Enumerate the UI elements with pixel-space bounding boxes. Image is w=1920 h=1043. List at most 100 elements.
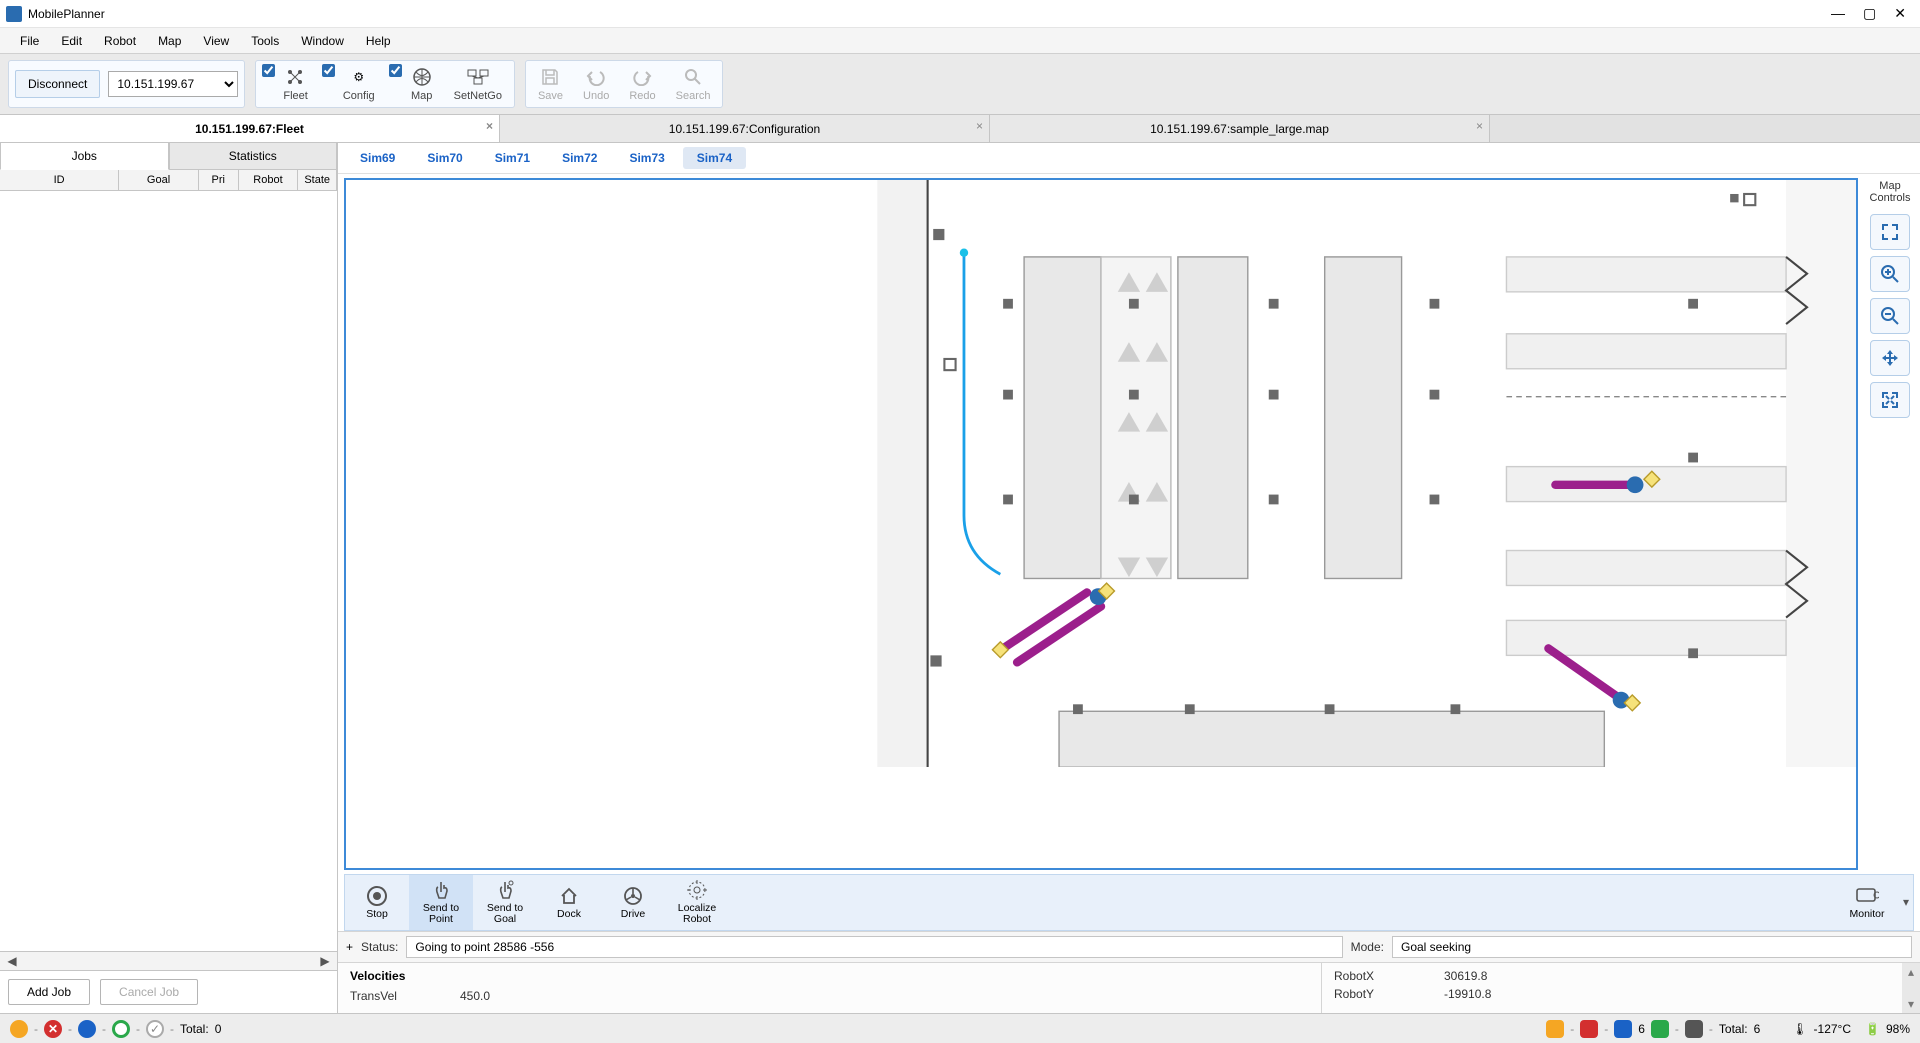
sim-tab[interactable]: Sim73: [615, 147, 678, 169]
fleet-badge-red[interactable]: [1580, 1020, 1598, 1038]
scroll-down-icon[interactable]: ▾: [1908, 997, 1914, 1011]
undo-icon: [584, 66, 608, 88]
save-button[interactable]: Save: [532, 64, 569, 104]
menu-help[interactable]: Help: [356, 31, 401, 51]
col-pri[interactable]: Pri: [199, 170, 239, 190]
col-state[interactable]: State: [298, 170, 337, 190]
zoom-out-button[interactable]: [1870, 298, 1910, 334]
map-canvas: [346, 180, 1856, 767]
mode-label: Mode:: [1351, 940, 1384, 954]
scroll-left-icon[interactable]: ◀: [4, 954, 20, 968]
redo-button[interactable]: Redo: [623, 64, 661, 104]
hand-goal-icon: [493, 879, 517, 901]
doc-tab-label: 10.151.199.67:sample_large.map: [1150, 122, 1329, 136]
jobs-table-header: ID Goal Pri Robot State: [0, 170, 337, 191]
stop-button[interactable]: Stop: [345, 875, 409, 930]
localize-button[interactable]: Localize Robot: [665, 875, 729, 930]
battery-value: 98%: [1886, 1022, 1910, 1036]
fit-button[interactable]: [1870, 214, 1910, 250]
setnetgo-button[interactable]: SetNetGo: [448, 64, 508, 104]
doc-tab-fleet[interactable]: 10.151.199.67:Fleet ×: [0, 115, 500, 142]
fleet-badge-green[interactable]: [1651, 1020, 1669, 1038]
tab-jobs[interactable]: Jobs: [0, 143, 169, 170]
config-button[interactable]: ⚙ Config: [337, 64, 381, 104]
fleet-icon: [284, 66, 308, 88]
expand-status-button[interactable]: +: [346, 940, 353, 954]
disconnect-button[interactable]: Disconnect: [15, 70, 100, 98]
status-dot-orange[interactable]: [10, 1020, 28, 1038]
transvel-value: 450.0: [460, 989, 490, 1003]
menu-map[interactable]: Map: [148, 31, 191, 51]
col-id[interactable]: ID: [0, 170, 119, 190]
map-checkbox[interactable]: [389, 64, 402, 77]
dock-button[interactable]: Dock: [537, 875, 601, 930]
sim-tab[interactable]: Sim74: [683, 147, 746, 169]
total-left-value: 0: [215, 1022, 222, 1036]
robotx-value: 30619.8: [1444, 969, 1487, 983]
transvel-label: TransVel: [350, 989, 430, 1003]
close-icon[interactable]: ✕: [1894, 5, 1906, 22]
status-dot-red[interactable]: ✕: [44, 1020, 62, 1038]
info-panel: Velocities TransVel450.0 RobotX30619.8 R…: [338, 962, 1920, 1013]
zoom-in-button[interactable]: [1870, 256, 1910, 292]
add-job-button[interactable]: Add Job: [8, 979, 90, 1005]
sim-tab[interactable]: Sim72: [548, 147, 611, 169]
sim-tab[interactable]: Sim71: [481, 147, 544, 169]
status-dot-check[interactable]: ✓: [146, 1020, 164, 1038]
titlebar: MobilePlanner — ▢ ✕: [0, 0, 1920, 28]
app-title: MobilePlanner: [28, 7, 1831, 21]
menu-tools[interactable]: Tools: [241, 31, 289, 51]
map-controls-label: Map Controls: [1864, 180, 1916, 204]
map-button[interactable]: Map: [404, 64, 440, 104]
jobs-scrollbar[interactable]: ◀ ▶: [0, 951, 337, 970]
col-goal[interactable]: Goal: [119, 170, 199, 190]
robotx-label: RobotX: [1334, 969, 1414, 983]
scroll-right-icon[interactable]: ▶: [317, 954, 333, 968]
menu-window[interactable]: Window: [291, 31, 354, 51]
fleet-checkbox[interactable]: [262, 64, 275, 77]
doc-tab-config[interactable]: 10.151.199.67:Configuration ×: [500, 115, 990, 142]
roboty-value: -19910.8: [1444, 987, 1491, 1001]
ip-select[interactable]: 10.151.199.67: [108, 71, 238, 97]
config-checkbox[interactable]: [322, 64, 335, 77]
sim-tabs: Sim69 Sim70 Sim71 Sim72 Sim73 Sim74: [338, 143, 1920, 174]
fleet-badge-orange[interactable]: [1546, 1020, 1564, 1038]
undo-button[interactable]: Undo: [577, 64, 615, 104]
menubar: File Edit Robot Map View Tools Window He…: [0, 28, 1920, 54]
close-icon[interactable]: ×: [486, 119, 493, 133]
chevron-down-icon[interactable]: ▾: [1899, 875, 1913, 930]
total-right-value: 6: [1754, 1022, 1761, 1036]
center-button[interactable]: [1870, 382, 1910, 418]
send-to-goal-button[interactable]: Send to Goal: [473, 875, 537, 930]
pan-button[interactable]: [1870, 340, 1910, 376]
search-button[interactable]: Search: [670, 64, 717, 104]
fleet-badge-grey[interactable]: [1685, 1020, 1703, 1038]
menu-view[interactable]: View: [193, 31, 239, 51]
maximize-icon[interactable]: ▢: [1863, 5, 1876, 22]
col-robot[interactable]: Robot: [239, 170, 299, 190]
status-dot-green[interactable]: [112, 1020, 130, 1038]
fleet-button[interactable]: Fleet: [277, 64, 313, 104]
pan-icon: [1880, 348, 1900, 368]
sim-tab[interactable]: Sim69: [346, 147, 409, 169]
fleet-badge-blue[interactable]: [1614, 1020, 1632, 1038]
roboty-label: RobotY: [1334, 987, 1414, 1001]
close-icon[interactable]: ×: [976, 119, 983, 133]
tab-statistics[interactable]: Statistics: [169, 143, 338, 170]
drive-button[interactable]: Drive: [601, 875, 665, 930]
menu-edit[interactable]: Edit: [51, 31, 92, 51]
sim-tab[interactable]: Sim70: [413, 147, 476, 169]
minimize-icon[interactable]: —: [1831, 5, 1845, 22]
close-icon[interactable]: ×: [1476, 119, 1483, 133]
monitor-button[interactable]: Monitor: [1835, 875, 1899, 930]
status-dot-blue[interactable]: [78, 1020, 96, 1038]
map-viewport[interactable]: [344, 178, 1858, 870]
app-icon: [6, 6, 22, 22]
cancel-job-button[interactable]: Cancel Job: [100, 979, 198, 1005]
send-to-point-button[interactable]: Send to Point: [409, 875, 473, 930]
menu-file[interactable]: File: [10, 31, 49, 51]
doc-tab-map[interactable]: 10.151.199.67:sample_large.map ×: [990, 115, 1490, 142]
zoom-in-icon: [1880, 264, 1900, 284]
scroll-up-icon[interactable]: ▴: [1908, 965, 1914, 979]
menu-robot[interactable]: Robot: [94, 31, 146, 51]
